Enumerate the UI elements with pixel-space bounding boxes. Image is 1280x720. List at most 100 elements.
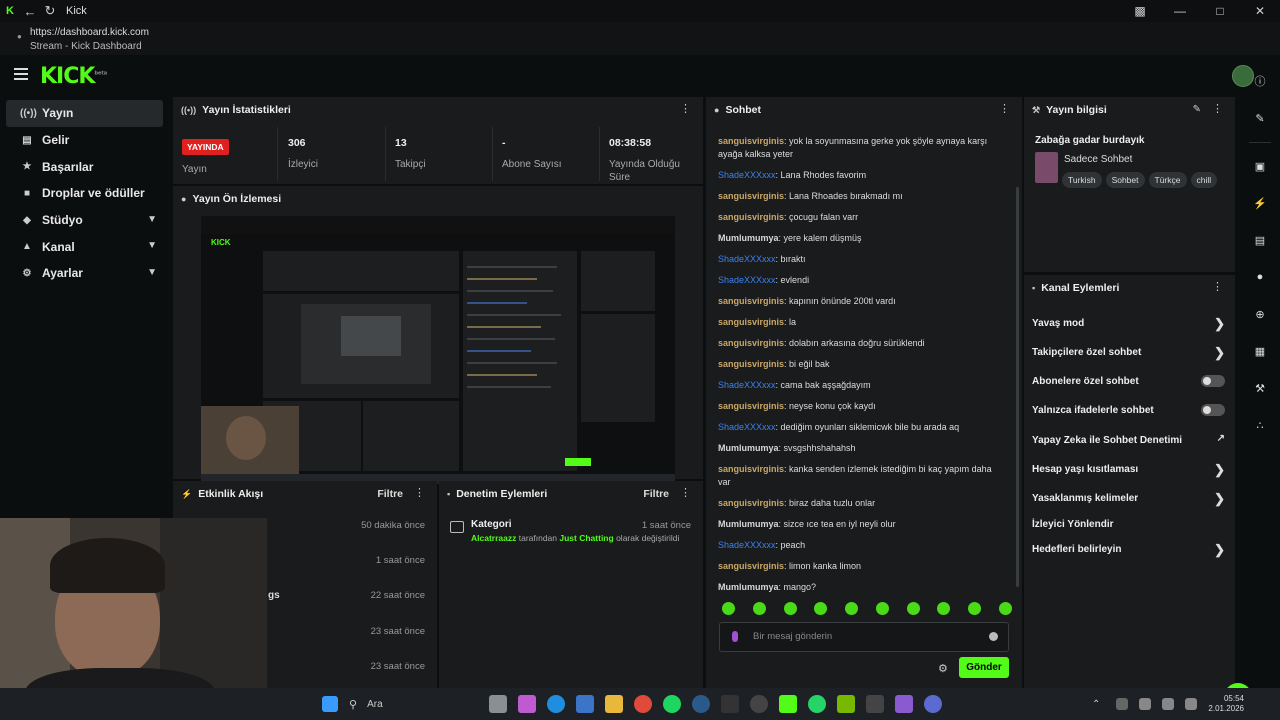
emote-icon[interactable] [937, 602, 951, 615]
action-account-age[interactable]: Hesap yaşı kısıtlaması ❯ [1032, 462, 1225, 477]
vs-icon[interactable] [895, 695, 913, 713]
chat-bubble-icon[interactable]: ● [1247, 264, 1273, 290]
steam-icon[interactable] [692, 695, 710, 713]
chat-username[interactable]: Mumlumumya [718, 582, 779, 592]
emoji-picker-icon[interactable] [989, 632, 998, 641]
chrome-icon[interactable] [634, 695, 652, 713]
sidebar-item-yayin[interactable]: ((•)) Yayın [6, 100, 163, 127]
chat-username[interactable]: ShadeXXXxxx [718, 380, 776, 390]
action-banned-words[interactable]: Yasaklanmış kelimeler ❯ [1032, 491, 1225, 506]
emote-icon[interactable] [845, 602, 859, 615]
filter-button[interactable]: Filtre [377, 488, 403, 500]
emote-icon[interactable] [783, 602, 797, 615]
moderation-user[interactable]: Alcatrraazz [471, 533, 516, 543]
more-options-icon[interactable]: ⋮ [680, 488, 691, 499]
g-app-icon[interactable] [866, 695, 884, 713]
edge-icon[interactable] [547, 695, 565, 713]
chat-username[interactable]: Mumlumumya [718, 443, 779, 453]
toggle-switch[interactable] [1201, 375, 1225, 387]
chat-username[interactable]: sanguisvirginis [718, 359, 784, 369]
stream-preview-video[interactable]: KICK [201, 216, 675, 484]
menu-icon[interactable] [14, 68, 28, 80]
more-options-icon[interactable]: ⋮ [414, 488, 425, 499]
chat-username[interactable]: ShadeXXXxxx [718, 422, 776, 432]
app-icon[interactable] [721, 695, 739, 713]
send-button[interactable]: Gönder [959, 657, 1009, 678]
action-raid[interactable]: İzleyici Yönlendir [1032, 519, 1225, 530]
moderation-category[interactable]: Just Chatting [559, 533, 613, 543]
nvidia-icon[interactable] [837, 695, 855, 713]
clock[interactable]: 05:54 2.01.2026 [1208, 694, 1244, 714]
app-icon[interactable] [924, 695, 942, 713]
chat-username[interactable]: sanguisvirginis [718, 498, 784, 508]
maximize-icon[interactable]: □ [1200, 0, 1240, 22]
chat-username[interactable]: sanguisvirginis [718, 317, 784, 327]
more-options-icon[interactable]: ⋮ [1212, 282, 1223, 293]
extension-icon[interactable]: ▩ [1120, 0, 1160, 22]
action-ai-moderation[interactable]: Yapay Zeka ile Sohbet Denetimi ↗ [1032, 433, 1225, 446]
edit-icon[interactable]: ✎ [1193, 104, 1201, 115]
action-goals[interactable]: Hedefleri belirleyin ❯ [1032, 542, 1225, 557]
action-followers-only[interactable]: Takipçilere özel sohbet ❯ [1032, 345, 1225, 360]
url-text[interactable]: https://dashboard.kick.com [30, 27, 149, 38]
chat-username[interactable]: sanguisvirginis [718, 212, 784, 222]
chat-username[interactable]: sanguisvirginis [718, 464, 784, 474]
wrench-icon[interactable]: ⚒ [1247, 375, 1273, 401]
document-icon[interactable]: ▤ [1247, 227, 1273, 253]
kick-logo[interactable]: KICKbeta [40, 64, 107, 89]
mic-icon[interactable] [732, 631, 738, 642]
more-options-icon[interactable]: ⋮ [999, 104, 1010, 115]
store-icon[interactable] [576, 695, 594, 713]
chat-username[interactable]: ShadeXXXxxx [718, 275, 776, 285]
chat-username[interactable]: Mumlumumya [718, 233, 779, 243]
widgets-icon[interactable] [518, 695, 536, 713]
chat-username[interactable]: sanguisvirginis [718, 561, 784, 571]
sidebar-item-droplar[interactable]: ■ Droplar ve ödüller [6, 180, 163, 207]
emote-icon[interactable] [722, 602, 735, 615]
tray-chevron-icon[interactable]: ⌃ [1092, 699, 1100, 710]
emote-icon[interactable] [752, 602, 766, 615]
explorer-icon[interactable] [605, 695, 623, 713]
tray-icon[interactable] [1116, 698, 1129, 710]
sidebar-item-ayarlar[interactable]: ⚙ Ayarlar ▼ [6, 260, 163, 287]
more-options-icon[interactable]: ⋮ [1212, 104, 1223, 115]
action-slow-mode[interactable]: Yavaş mod ❯ [1032, 316, 1225, 331]
sidebar-item-kanal[interactable]: ▲ Kanal ▼ [6, 233, 163, 260]
taskview-icon[interactable] [489, 695, 507, 713]
reload-icon[interactable]: ↻ [40, 0, 60, 22]
windows-start-icon[interactable] [322, 696, 338, 712]
back-icon[interactable]: ← [20, 0, 40, 22]
chat-username[interactable]: ShadeXXXxxx [718, 254, 776, 264]
info-icon[interactable]: ⓘ [1247, 68, 1273, 94]
chat-scrollbar[interactable] [1016, 187, 1019, 587]
chat-username[interactable]: sanguisvirginis [718, 136, 784, 146]
sidebar-item-studyo[interactable]: ◆ Stüdyo ▼ [6, 207, 163, 234]
whatsapp-icon[interactable] [808, 695, 826, 713]
taskbar-search[interactable]: ⚲ Ara [349, 698, 489, 711]
pencil-icon[interactable]: ✎ [1247, 105, 1273, 131]
screen-icon[interactable]: ▣ [1247, 153, 1273, 179]
emote-icon[interactable] [968, 602, 982, 615]
emote-icon[interactable] [998, 602, 1012, 615]
filter-button[interactable]: Filtre [643, 488, 669, 500]
sidebar-item-basarilar[interactable]: ★ Başarılar [6, 153, 163, 180]
address-bar[interactable]: ● https://dashboard.kick.com Stream - Ki… [0, 22, 1280, 55]
layout-icon[interactable]: ▦ [1247, 338, 1273, 364]
chat-username[interactable]: Mumlumumya [718, 519, 779, 529]
chat-username[interactable]: sanguisvirginis [718, 338, 784, 348]
chat-username[interactable]: ShadeXXXxxx [718, 170, 776, 180]
more-options-icon[interactable]: ⋮ [680, 104, 691, 115]
kick-app-icon[interactable] [779, 695, 797, 713]
emote-icon[interactable] [814, 602, 828, 615]
spotify-icon[interactable] [663, 695, 681, 713]
battery-icon[interactable] [1185, 698, 1198, 710]
broadcast-icon[interactable]: ⊕ [1247, 301, 1273, 327]
emote-icon[interactable] [906, 602, 920, 615]
volume-icon[interactable] [1162, 698, 1175, 710]
chat-settings-icon[interactable]: ⚙ [938, 662, 948, 675]
emote-icon[interactable] [875, 602, 889, 615]
chat-username[interactable]: sanguisvirginis [718, 401, 784, 411]
toggle-switch[interactable] [1201, 404, 1225, 416]
chat-input[interactable]: Bir mesaj gönderin [719, 622, 1009, 652]
lightning-icon[interactable]: ⚡ [1247, 190, 1273, 216]
